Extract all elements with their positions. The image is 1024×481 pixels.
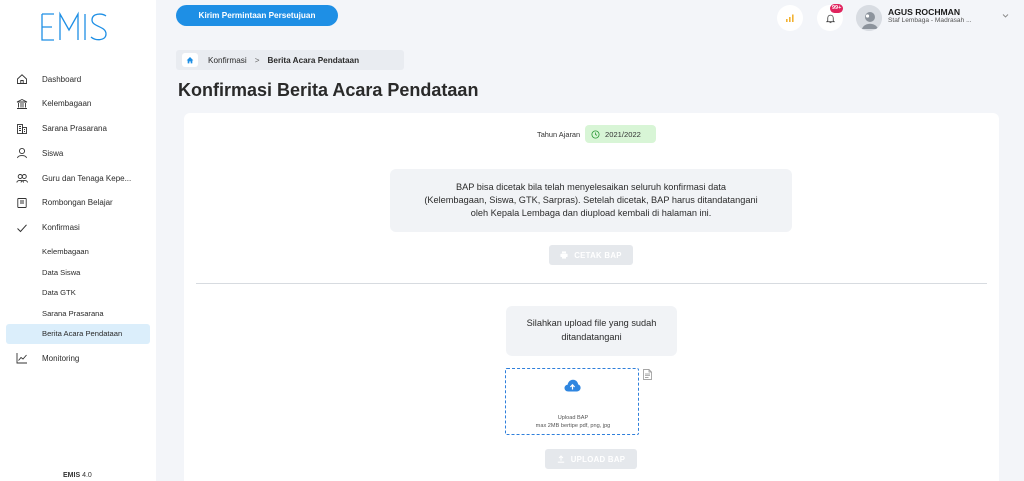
academic-year-label: Tahun Ajaran <box>537 130 581 139</box>
emis-logo[interactable] <box>40 10 116 44</box>
sidebar-item-label: Siswa <box>42 148 64 158</box>
sidebar-subitem-berita-acara-pendataan[interactable]: Berita Acara Pendataan <box>6 323 150 345</box>
cloud-upload-icon <box>564 379 581 392</box>
print-bap-button[interactable]: CETAK BAP <box>549 245 633 265</box>
dropzone-hint: max 2MB bertipe pdf, png, jpg <box>535 423 611 429</box>
sidebar-subitem-kelembagaan[interactable]: Kelembagaan <box>0 242 156 263</box>
sidebar-item-label: Kelembagaan <box>42 99 92 109</box>
printer-icon <box>560 251 568 259</box>
sidebar-item-label: Monitoring <box>42 353 80 363</box>
sidebar-nav: Dashboard Kelembagaan Sarana Prasarana S… <box>0 68 156 372</box>
version-name: EMIS <box>63 472 81 479</box>
signal-icon <box>786 14 794 22</box>
sidebar-item-siswa[interactable]: Siswa <box>0 142 156 164</box>
breadcrumb-separator: > <box>254 55 260 65</box>
print-bap-label: CETAK BAP <box>574 250 622 260</box>
chevron-down-icon[interactable] <box>1001 11 1010 20</box>
upload-dropzone[interactable]: Upload BAP max 2MB bertipe pdf, png, jpg <box>505 368 639 435</box>
section-divider <box>196 283 987 284</box>
upload-bap-label: UPLOAD BAP <box>570 454 626 464</box>
avatar[interactable] <box>856 5 882 31</box>
user-icon <box>16 147 28 159</box>
app-version: EMIS 4.0 <box>63 472 92 479</box>
breadcrumb-current: Berita Acara Pendataan <box>267 55 360 65</box>
signal-button[interactable] <box>777 5 803 31</box>
sidebar-item-dashboard[interactable]: Dashboard <box>0 68 156 90</box>
sidebar-item-label: Rombongan Belajar <box>42 198 113 208</box>
document-icon[interactable] <box>643 369 652 380</box>
classroom-icon <box>16 197 28 209</box>
sidebar-item-konfirmasi[interactable]: Konfirmasi <box>0 217 156 239</box>
user-name[interactable]: AGUS ROCHMAN <box>888 7 960 17</box>
sidebar-item-label: Guru dan Tenaga Kepe... <box>42 173 132 183</box>
sidebar-subitem-data-siswa[interactable]: Data Siswa <box>0 262 156 283</box>
building-icon <box>16 123 28 135</box>
check-icon <box>16 222 28 234</box>
users-icon <box>16 172 28 184</box>
user-role: Staf Lembaga - Madrasah ... <box>888 17 972 24</box>
upload-bap-button[interactable]: UPLOAD BAP <box>545 449 637 469</box>
print-info-line: oleh Kepala Lembaga dan diupload kembali… <box>470 208 712 219</box>
notification-button[interactable]: 99+ <box>817 4 844 31</box>
print-info-box: BAP bisa dicetak bila telah menyelesaika… <box>390 169 792 232</box>
home-icon <box>186 57 194 64</box>
breadcrumb-parent[interactable]: Konfirmasi <box>208 56 247 65</box>
academic-year-value: 2021/2022 <box>605 129 641 139</box>
sidebar: Dashboard Kelembagaan Sarana Prasarana S… <box>0 0 156 481</box>
sidebar-subitem-sarana-prasarana[interactable]: Sarana Prasarana <box>0 303 156 324</box>
sidebar-item-monitoring[interactable]: Monitoring <box>0 347 156 369</box>
print-info-line: (Kelembagaan, Siswa, GTK, Sarpras). Sete… <box>424 195 758 206</box>
dropzone-title: Upload BAP <box>557 415 589 421</box>
chart-line-icon <box>16 352 28 364</box>
upload-info-box: Silahkan upload file yang sudah ditandat… <box>506 306 677 356</box>
sidebar-subitem-data-gtk[interactable]: Data GTK <box>0 283 156 304</box>
sidebar-item-rombongan-belajar[interactable]: Rombongan Belajar <box>0 192 156 214</box>
sidebar-item-sarana-prasarana[interactable]: Sarana Prasarana <box>0 118 156 140</box>
print-info-line: BAP bisa dicetak bila telah menyelesaika… <box>456 182 726 192</box>
institution-icon <box>16 98 28 110</box>
home-icon <box>16 73 28 85</box>
sidebar-item-label: Sarana Prasarana <box>42 124 107 134</box>
upload-icon <box>557 455 564 463</box>
breadcrumb-home[interactable] <box>182 53 198 67</box>
sidebar-item-label: Dashboard <box>42 74 82 84</box>
sidebar-item-guru[interactable]: Guru dan Tenaga Kepe... <box>0 167 156 189</box>
version-number: 4.0 <box>82 472 92 479</box>
send-approval-request-button[interactable]: Kirim Permintaan Persetujuan <box>176 5 338 26</box>
academic-year-badge: 2021/2022 <box>585 125 656 143</box>
bell-icon <box>825 14 835 23</box>
sidebar-item-label: Konfirmasi <box>42 223 80 233</box>
notification-badge: 99+ <box>830 4 844 13</box>
clock-icon <box>591 129 600 139</box>
sidebar-item-kelembagaan[interactable]: Kelembagaan <box>0 93 156 115</box>
page-title: Konfirmasi Berita Acara Pendataan <box>178 80 479 100</box>
user-avatar-icon <box>856 5 882 31</box>
breadcrumb: Konfirmasi > Berita Acara Pendataan <box>176 50 404 70</box>
